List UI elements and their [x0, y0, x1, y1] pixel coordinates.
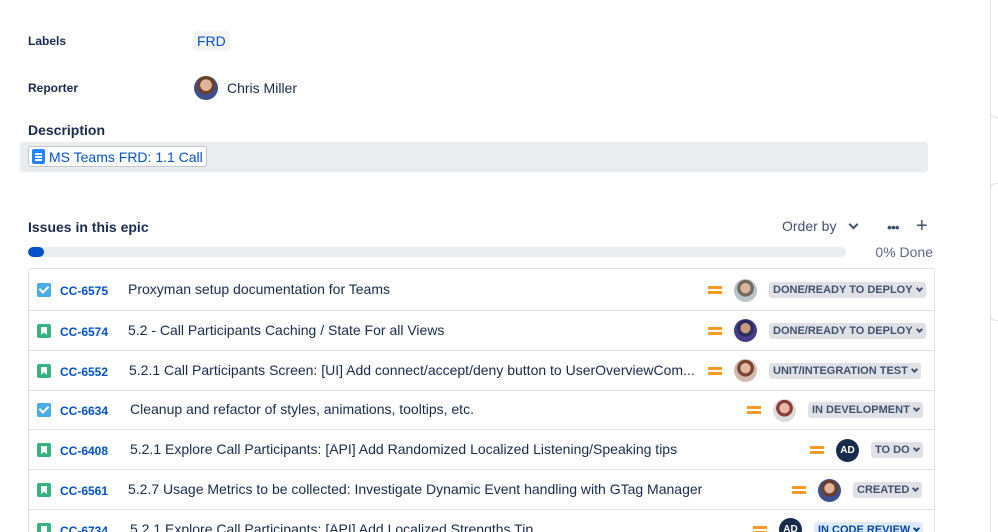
task-icon [37, 403, 51, 418]
issue-key-link[interactable]: CC-6574 [60, 325, 108, 339]
issue-key-link[interactable]: CC-6734 [60, 524, 108, 532]
table-row[interactable]: CC-6408 5.2.1 Explore Call Participants: … [29, 430, 934, 471]
assignee-avatar[interactable]: AD [836, 438, 859, 462]
status-dropdown[interactable]: IN DEVELOPMENT [808, 402, 923, 419]
reporter-value[interactable]: Chris Miller [194, 76, 297, 100]
priority-medium-icon [708, 286, 722, 294]
document-icon [32, 149, 45, 164]
issue-key-link[interactable]: CC-6552 [60, 365, 108, 379]
priority-medium-icon [708, 366, 722, 375]
issue-summary[interactable]: 5.2.1 Call Participants Screen: [UI] Add… [129, 362, 699, 378]
priority-medium-icon [810, 446, 824, 455]
chevron-down-icon [915, 284, 923, 293]
status-dropdown[interactable]: DONE/READY TO DEPLOY [769, 282, 926, 298]
status-label: IN DEVELOPMENT [812, 404, 910, 417]
description-field[interactable]: MS Teams FRD: 1.1 Call [20, 142, 928, 172]
story-icon [37, 363, 51, 378]
issue-summary[interactable]: 5.2.1 Explore Call Participants: [API] A… [130, 441, 677, 457]
status-label: DONE/READY TO DEPLOY [773, 284, 913, 296]
status-dropdown[interactable]: TO DO [871, 442, 923, 459]
assignee-avatar[interactable] [734, 319, 757, 343]
status-dropdown[interactable]: CREATED [853, 482, 923, 499]
table-row[interactable]: CC-6734 5.2.1 Explore Call Participants: … [29, 510, 934, 532]
chevron-down-icon [913, 524, 921, 532]
reporter-name: Chris Miller [227, 80, 297, 96]
right-panel-card [990, 0, 998, 118]
priority-medium-icon [792, 486, 806, 495]
issue-summary[interactable]: 5.2 - Call Participants Caching / State … [128, 322, 444, 338]
assignee-avatar[interactable] [734, 278, 757, 302]
issues-list: CC-6575 Proxyman setup documentation for … [28, 268, 935, 532]
chevron-down-icon [912, 405, 920, 413]
story-icon [37, 443, 51, 458]
assignee-avatar[interactable]: AD [779, 518, 802, 532]
epic-progress-bar [28, 247, 846, 257]
chevron-down-icon [849, 219, 859, 229]
label-chip-frd[interactable]: FRD [193, 31, 230, 51]
issue-summary[interactable]: 5.2.1 Explore Call Participants: [API] A… [130, 521, 533, 532]
epic-progress-text: 0% Done [875, 244, 933, 260]
task-icon [37, 283, 51, 297]
chevron-down-icon [912, 445, 920, 453]
issue-summary[interactable]: Proxyman setup documentation for Teams [128, 281, 390, 297]
issue-key-link[interactable]: CC-6561 [60, 484, 108, 498]
chevron-down-icon [912, 485, 920, 493]
status-label: IN CODE REVIEW [818, 523, 911, 532]
priority-medium-icon [708, 326, 722, 335]
issue-summary[interactable]: Cleanup and refactor of styles, animatio… [130, 401, 474, 417]
description-link-text: MS Teams FRD: 1.1 Call [49, 148, 203, 165]
assignee-avatar[interactable] [773, 398, 796, 422]
status-label: UNIT/INTEGRATION TEST [773, 364, 908, 377]
order-by-button[interactable]: Order by [782, 218, 859, 234]
status-label: TO DO [875, 444, 910, 457]
right-panel-card [990, 183, 998, 321]
priority-medium-icon [753, 525, 767, 532]
chevron-down-icon [910, 365, 918, 373]
status-dropdown[interactable]: DONE/READY TO DEPLOY [769, 322, 926, 339]
table-row[interactable]: CC-6552 5.2.1 Call Participants Screen: [… [29, 351, 934, 391]
labels-field-label: Labels [28, 34, 67, 48]
issue-key-link[interactable]: CC-6408 [60, 444, 108, 458]
avatar [194, 76, 218, 100]
table-row[interactable]: CC-6634 Cleanup and refactor of styles, a… [29, 391, 934, 431]
status-dropdown[interactable]: UNIT/INTEGRATION TEST [769, 362, 921, 379]
priority-medium-icon [747, 406, 761, 415]
chevron-down-icon [915, 325, 923, 333]
story-icon [37, 522, 51, 532]
assignee-avatar[interactable] [734, 359, 757, 383]
more-icon[interactable]: ••• [887, 219, 900, 235]
issue-summary[interactable]: 5.2.7 Usage Metrics to be collected: Inv… [128, 481, 702, 497]
epic-progress-fill [28, 247, 45, 257]
table-row[interactable]: CC-6575 Proxyman setup documentation for … [29, 269, 934, 311]
story-icon [37, 483, 51, 498]
table-row[interactable]: CC-6561 5.2.7 Usage Metrics to be collect… [29, 470, 934, 510]
assignee-avatar[interactable] [818, 478, 841, 502]
description-page-link[interactable]: MS Teams FRD: 1.1 Call [28, 146, 207, 167]
order-by-label: Order by [782, 218, 837, 234]
status-label: CREATED [857, 484, 910, 497]
status-dropdown[interactable]: IN CODE REVIEW [814, 521, 924, 532]
issue-key-link[interactable]: CC-6575 [60, 284, 108, 298]
issue-key-link[interactable]: CC-6634 [60, 404, 108, 418]
description-heading: Description [28, 122, 106, 138]
plus-icon[interactable]: + [916, 216, 928, 236]
table-row[interactable]: CC-6574 5.2 - Call Participants Caching /… [29, 311, 934, 351]
issues-in-epic-heading: Issues in this epic [28, 219, 149, 235]
status-label: DONE/READY TO DEPLOY [773, 324, 913, 337]
story-icon [37, 323, 51, 338]
reporter-field-label: Reporter [28, 81, 79, 95]
